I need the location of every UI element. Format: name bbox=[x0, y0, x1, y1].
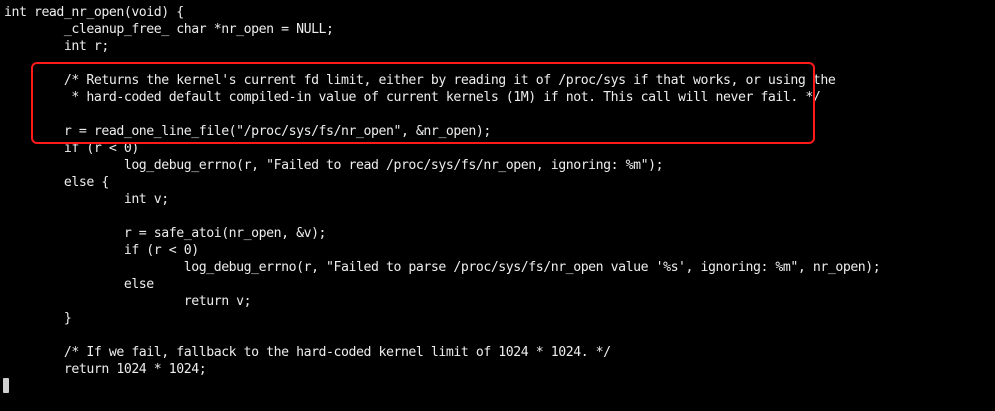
code-line-9: if (r < 0) bbox=[4, 141, 139, 156]
code-line-3: int r; bbox=[4, 39, 109, 54]
terminal-window[interactable]: int read_nr_open(void) { _cleanup_free_ … bbox=[0, 0, 995, 411]
code-line-21: /* If we fail, fallback to the hard-code… bbox=[4, 345, 611, 360]
code-line-19: } bbox=[4, 311, 72, 326]
code-line-11: else { bbox=[4, 175, 109, 190]
code-line-17: else bbox=[4, 277, 154, 292]
code-line-8: r = read_one_line_file("/proc/sys/fs/nr_… bbox=[4, 124, 491, 139]
code-line-12: int v; bbox=[4, 192, 169, 207]
code-line-10: log_debug_errno(r, "Failed to read /proc… bbox=[4, 158, 664, 173]
code-line-5: /* Returns the kernel's current fd limit… bbox=[4, 73, 836, 88]
code-line-15: if (r < 0) bbox=[4, 243, 199, 258]
code-line-6: * hard-coded default compiled-in value o… bbox=[4, 90, 821, 105]
code-line-18: return v; bbox=[4, 294, 252, 309]
code-line-1: int read_nr_open(void) { bbox=[4, 5, 184, 20]
code-line-14: r = safe_atoi(nr_open, &v); bbox=[4, 226, 327, 241]
text-cursor bbox=[3, 378, 9, 393]
code-line-16: log_debug_errno(r, "Failed to parse /pro… bbox=[4, 260, 881, 275]
code-line-2: _cleanup_free_ char *nr_open = NULL; bbox=[4, 22, 334, 37]
code-line-22: return 1024 * 1024; bbox=[4, 362, 207, 377]
